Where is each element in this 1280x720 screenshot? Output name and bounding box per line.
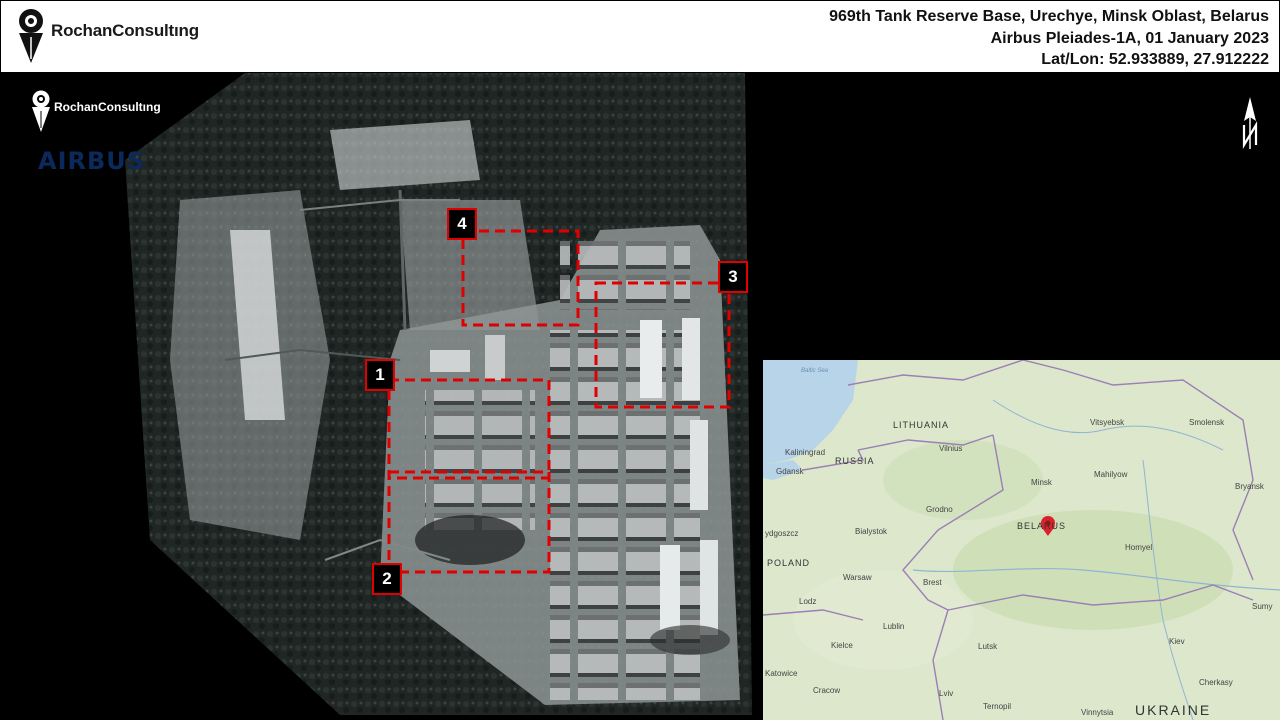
map-label-vitsyebsk: Vitsyebsk	[1090, 418, 1125, 427]
map-label-kiev: Kiev	[1169, 637, 1185, 646]
map-label-vilnius: Vilnius	[939, 444, 963, 453]
callout-2: 2	[372, 563, 402, 595]
caption-location: 969th Tank Reserve Base, Urechye, Minsk …	[829, 8, 1269, 25]
map-label-minsk: Minsk	[1031, 478, 1052, 487]
map-label-cherkasy: Cherkasy	[1199, 678, 1233, 687]
inset-map-graphic	[763, 360, 1280, 720]
caption-source: Airbus Pleiades-1A, 01 January 2023	[990, 29, 1269, 47]
image-caption: 969th Tank Reserve Base, Urechye, Minsk …	[829, 6, 1269, 71]
map-label-bialystok: Bialystok	[855, 527, 888, 536]
map-label-cracow: Cracow	[813, 686, 841, 695]
map-label-kielce: Kielce	[831, 641, 853, 650]
map-label-warsaw: Warsaw	[843, 573, 872, 582]
callout-4: 4	[447, 208, 477, 240]
map-label-kaliningrad: Kaliningrad	[785, 448, 826, 457]
north-arrow-icon	[1242, 97, 1258, 149]
map-label-lublin: Lublin	[883, 622, 905, 631]
map-label-homyel: Homyel	[1125, 543, 1153, 552]
map-label-gdansk: Gdansk	[776, 467, 804, 476]
airbus-logo: AIRBUS	[38, 147, 146, 175]
map-label-grodno: Grodno	[926, 505, 953, 514]
rochan-logo-icon	[19, 9, 43, 63]
map-label-lutsk: Lutsk	[978, 642, 998, 651]
map-label-lithuania: LITHUANIA	[893, 420, 950, 430]
map-label-belarus: BELARUS	[1017, 521, 1067, 531]
map-label-smolensk: Smolensk	[1189, 418, 1225, 427]
map-label-ternopil: Ternopil	[983, 702, 1012, 711]
map-label-bydgoszcz: ydgoszcz	[765, 529, 799, 538]
map-label-lodz: Lodz	[799, 597, 817, 606]
callout-1: 1	[365, 359, 395, 391]
map-label-ukraine: UKRAINE	[1135, 702, 1212, 718]
header-bar: RochanConsultıng 969th Tank Reserve Base…	[0, 0, 1280, 73]
map-label-mahilyow: Mahilyow	[1094, 470, 1128, 479]
rochan-watermark-icon	[32, 90, 50, 132]
callout-3: 3	[718, 261, 748, 293]
map-label-lviv: Lviv	[939, 689, 954, 698]
brand-name: RochanConsultıng	[51, 21, 199, 40]
map-label-brest: Brest	[923, 578, 942, 587]
map-label-katowice: Katowice	[765, 669, 798, 678]
inset-locator-map: Baltic Sea LITHUANIA Kaliningrad RUSSIA …	[763, 360, 1280, 720]
map-label-baltic: Baltic Sea	[801, 368, 829, 374]
map-label-poland: POLAND	[767, 558, 811, 568]
caption-coordinates: Lat/Lon: 52.933889, 27.912222	[1041, 51, 1269, 68]
map-label-vinnytsia: Vinnytsia	[1081, 708, 1114, 717]
map-label-bryansk: Bryansk	[1235, 482, 1264, 491]
map-label-russia: RUSSIA	[835, 456, 875, 466]
watermark-brand: RochanConsultıng	[54, 100, 161, 114]
map-label-sumy: Sumy	[1252, 602, 1273, 611]
